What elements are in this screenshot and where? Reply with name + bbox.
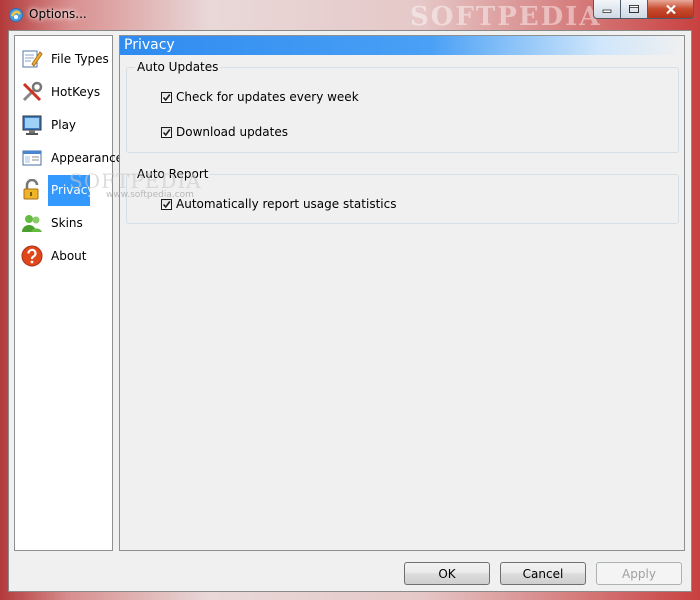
sidebar-item-about[interactable]: About bbox=[20, 241, 113, 271]
maximize-button[interactable] bbox=[621, 0, 648, 19]
ok-button[interactable]: OK bbox=[404, 562, 490, 585]
app-icon bbox=[9, 8, 23, 22]
apply-button[interactable]: Apply bbox=[596, 562, 682, 585]
cancel-button[interactable]: Cancel bbox=[500, 562, 586, 585]
options-sidebar: File Types HotKeys Play Appearance Priva… bbox=[14, 35, 123, 551]
watermark-url: www.softpedia.com bbox=[106, 190, 194, 200]
sidebar-item-play[interactable]: Play bbox=[20, 110, 113, 140]
appearance-icon bbox=[22, 150, 42, 166]
auto-report-group: Auto Report Automatically report usage s… bbox=[126, 167, 679, 224]
sidebar-item-label: About bbox=[51, 249, 87, 263]
settings-panel: Privacy Auto Updates Check for updates e… bbox=[119, 35, 685, 551]
usage-statistics-option[interactable]: Automatically report usage statistics bbox=[161, 196, 396, 212]
close-icon bbox=[665, 4, 676, 14]
option-label: Automatically report usage statistics bbox=[176, 197, 397, 211]
auto-updates-group: Auto Updates Check for updates every wee… bbox=[126, 60, 679, 153]
checkmark-icon bbox=[162, 128, 171, 136]
check-updates-weekly-option[interactable]: Check for updates every week bbox=[161, 89, 359, 105]
minimize-button[interactable] bbox=[593, 0, 621, 19]
file-types-icon bbox=[22, 50, 43, 68]
dialog-client: File Types HotKeys Play Appearance Priva… bbox=[8, 30, 692, 592]
users-icon bbox=[22, 215, 42, 232]
option-label: Check for updates every week bbox=[176, 90, 359, 104]
checkbox[interactable] bbox=[161, 91, 172, 103]
sidebar-item-file-types[interactable]: File Types bbox=[20, 44, 113, 74]
checkbox[interactable] bbox=[161, 198, 172, 210]
option-label: Download updates bbox=[176, 125, 288, 139]
monitor-icon bbox=[22, 115, 42, 135]
window-controls bbox=[593, 0, 694, 20]
checkbox[interactable] bbox=[161, 126, 172, 138]
sidebar-item-hotkeys[interactable]: HotKeys bbox=[20, 77, 113, 107]
close-button[interactable] bbox=[648, 0, 694, 19]
sidebar-item-label: HotKeys bbox=[51, 85, 101, 99]
lock-icon bbox=[23, 179, 39, 200]
section-title: Privacy bbox=[124, 37, 175, 53]
sidebar-item-label: Play bbox=[51, 118, 77, 132]
hotkeys-icon bbox=[22, 81, 43, 102]
section-header: Privacy bbox=[120, 36, 684, 55]
download-updates-option[interactable]: Download updates bbox=[161, 124, 288, 140]
sidebar-item-label: File Types bbox=[51, 52, 109, 66]
help-icon bbox=[21, 245, 43, 267]
checkmark-icon bbox=[162, 200, 171, 208]
options-window: Options... SOFTPEDIA File Types HotKeys … bbox=[0, 0, 700, 600]
watermark: SOFTPEDIA bbox=[410, 2, 602, 32]
group-label: Auto Updates bbox=[135, 60, 221, 74]
sidebar-item-label: Appearance bbox=[51, 151, 124, 165]
sidebar-item-label: Skins bbox=[51, 216, 83, 230]
sidebar-item-skins[interactable]: Skins bbox=[20, 208, 113, 238]
minimize-icon bbox=[602, 9, 612, 13]
title-bar[interactable]: Options... SOFTPEDIA bbox=[0, 0, 700, 32]
maximize-icon bbox=[629, 5, 639, 13]
window-title: Options... bbox=[29, 7, 87, 21]
checkmark-icon bbox=[162, 93, 171, 101]
